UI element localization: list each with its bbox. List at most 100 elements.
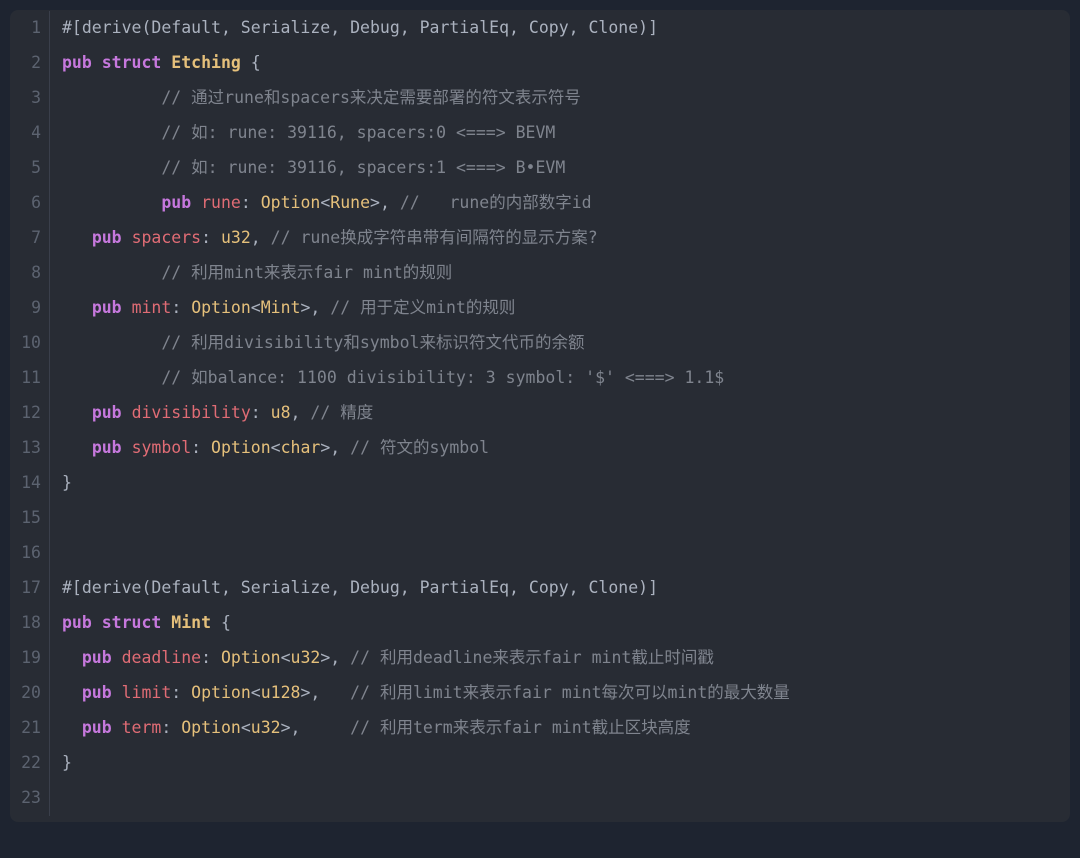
code-token xyxy=(122,405,132,422)
line-number: 20 xyxy=(10,676,50,711)
line-content: pub limit: Option<u128>, // 利用limit来表示fa… xyxy=(50,676,1070,711)
code-line: 13 pub symbol: Option<char>, // 符文的symbo… xyxy=(10,431,1070,466)
code-token xyxy=(62,440,92,457)
code-token xyxy=(92,615,102,632)
line-number: 2 xyxy=(10,46,50,81)
code-token: } xyxy=(62,755,72,772)
line-number: 14 xyxy=(10,466,50,501)
code-token: u8 xyxy=(271,405,291,422)
code-token: < xyxy=(251,300,261,317)
code-token xyxy=(62,90,161,107)
code-token: Mint xyxy=(261,300,301,317)
code-token: : xyxy=(201,650,221,667)
code-token: rune xyxy=(201,195,241,212)
code-token: : xyxy=(171,300,191,317)
line-number: 19 xyxy=(10,641,50,676)
code-token xyxy=(161,615,171,632)
code-token: // 利用term来表示fair mint截止区块高度 xyxy=(350,720,690,737)
line-content: // 如balance: 1100 divisibility: 3 symbol… xyxy=(50,361,1070,396)
code-token: , xyxy=(291,405,311,422)
line-content: #[derive(Default, Serialize, Debug, Part… xyxy=(50,11,1070,46)
code-token: < xyxy=(281,650,291,667)
code-token: u32 xyxy=(221,230,251,247)
code-token xyxy=(62,195,161,212)
code-token: spacers xyxy=(132,230,202,247)
code-token xyxy=(62,685,82,702)
code-token: : xyxy=(191,440,211,457)
line-content: // 利用mint来表示fair mint的规则 xyxy=(50,256,1070,291)
code-line: 10 // 利用divisibility和symbol来标识符文代币的余额 xyxy=(10,326,1070,361)
line-content: // 如: rune: 39116, spacers:1 <===> B•EVM xyxy=(50,151,1070,186)
line-number: 23 xyxy=(10,781,50,816)
code-token: // 如: rune: 39116, spacers:1 <===> B•EVM xyxy=(161,160,565,177)
line-content: // 如: rune: 39116, spacers:0 <===> BEVM xyxy=(50,116,1070,151)
code-line: 7 pub spacers: u32, // rune换成字符串带有间隔符的显示… xyxy=(10,221,1070,256)
code-token: // 精度 xyxy=(310,405,373,422)
code-token: < xyxy=(241,720,251,737)
line-number: 17 xyxy=(10,571,50,606)
line-content: pub deadline: Option<u32>, // 利用deadline… xyxy=(50,641,1070,676)
code-line: 8 // 利用mint来表示fair mint的规则 xyxy=(10,256,1070,291)
line-number: 22 xyxy=(10,746,50,781)
code-token: Option xyxy=(191,685,251,702)
code-token xyxy=(122,300,132,317)
code-token: // 如: rune: 39116, spacers:0 <===> BEVM xyxy=(161,125,555,142)
code-token: < xyxy=(320,195,330,212)
code-token xyxy=(62,300,92,317)
code-line: 6 pub rune: Option<Rune>, // rune的内部数字id xyxy=(10,186,1070,221)
code-token: struct xyxy=(102,615,162,632)
line-content: pub divisibility: u8, // 精度 xyxy=(50,396,1070,431)
code-token: limit xyxy=(122,685,172,702)
line-number: 11 xyxy=(10,361,50,396)
line-content: #[derive(Default, Serialize, Debug, Part… xyxy=(50,571,1070,606)
code-token: symbol xyxy=(132,440,192,457)
code-token: #[derive(Default, Serialize, Debug, Part… xyxy=(62,580,658,597)
code-token: } xyxy=(62,475,72,492)
code-token: term xyxy=(122,720,162,737)
code-token: // 如balance: 1100 divisibility: 3 symbol… xyxy=(161,370,724,387)
code-token xyxy=(92,55,102,72)
code-token: // 利用divisibility和symbol来标识符文代币的余额 xyxy=(161,335,584,352)
code-token xyxy=(112,650,122,667)
code-line: 17 #[derive(Default, Serialize, Debug, Pa… xyxy=(10,571,1070,606)
code-line: 14} xyxy=(10,466,1070,501)
line-content: pub struct Mint { xyxy=(50,606,1070,641)
code-token: : xyxy=(161,720,181,737)
code-line: 20 pub limit: Option<u128>, // 利用limit来表… xyxy=(10,676,1070,711)
line-number: 9 xyxy=(10,291,50,326)
code-token: struct xyxy=(102,55,162,72)
code-token: Option xyxy=(261,195,321,212)
line-content: // 通过rune和spacers来决定需要部署的符文表示符号 xyxy=(50,81,1070,116)
code-token: // 利用deadline来表示fair mint截止时间戳 xyxy=(350,650,714,667)
line-number: 4 xyxy=(10,116,50,151)
code-token: Option xyxy=(181,720,241,737)
code-token xyxy=(191,195,201,212)
code-token: : xyxy=(171,685,191,702)
line-content: pub struct Etching { xyxy=(50,46,1070,81)
code-token: pub xyxy=(62,55,92,72)
code-line: 12 pub divisibility: u8, // 精度 xyxy=(10,396,1070,431)
code-token xyxy=(112,685,122,702)
line-number: 8 xyxy=(10,256,50,291)
line-content: } xyxy=(50,746,1070,781)
code-token: pub xyxy=(92,230,122,247)
line-content xyxy=(50,781,1070,816)
code-token: : xyxy=(241,195,261,212)
code-line: 21 pub term: Option<u32>, // 利用term来表示fa… xyxy=(10,711,1070,746)
line-number: 18 xyxy=(10,606,50,641)
code-line: 1#[derive(Default, Serialize, Debug, Par… xyxy=(10,11,1070,46)
code-token: : xyxy=(251,405,271,422)
code-token xyxy=(62,125,161,142)
code-token xyxy=(62,335,161,352)
code-line: 18pub struct Mint { xyxy=(10,606,1070,641)
code-token xyxy=(122,230,132,247)
code-token: u32 xyxy=(291,650,321,667)
code-line: 23 xyxy=(10,781,1070,816)
code-token: { xyxy=(211,615,231,632)
code-token: Option xyxy=(191,300,251,317)
code-line: 22} xyxy=(10,746,1070,781)
code-token xyxy=(62,160,161,177)
code-token: pub xyxy=(92,440,122,457)
code-token: mint xyxy=(132,300,172,317)
code-token: // 用于定义mint的规则 xyxy=(330,300,515,317)
